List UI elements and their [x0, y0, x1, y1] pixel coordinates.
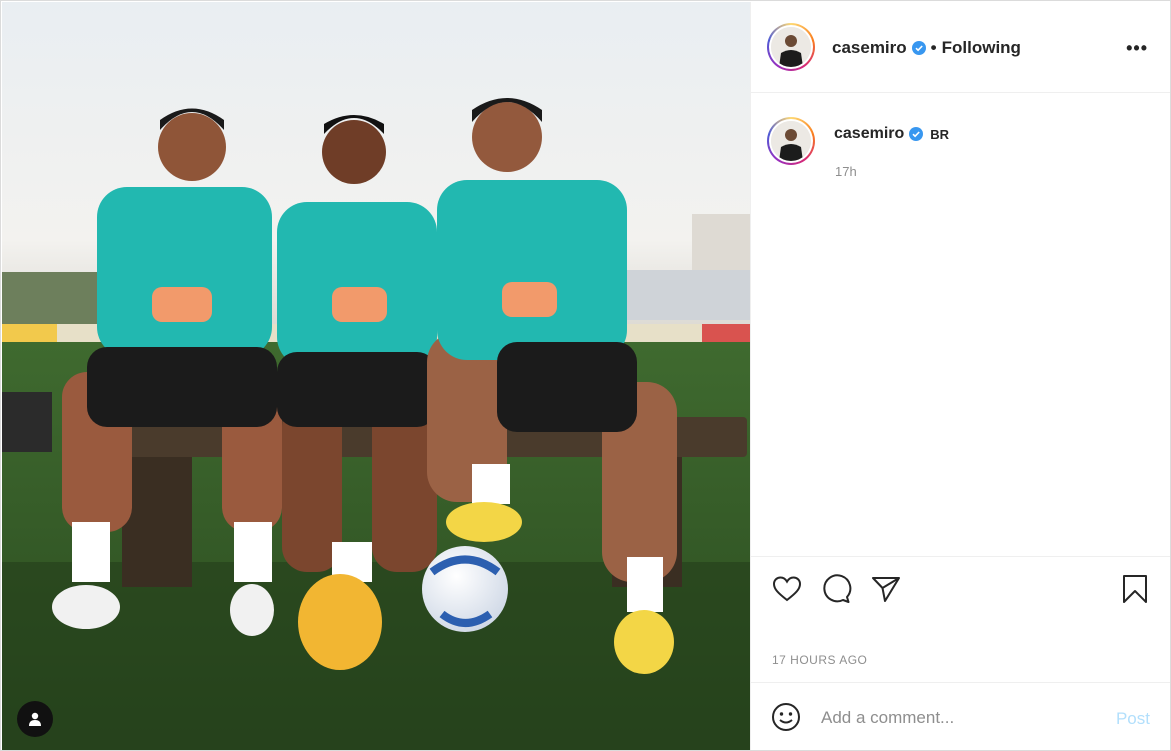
header-user-line: casemiro • Following [832, 38, 1021, 58]
user-tag-icon [29, 712, 41, 726]
post-header: casemiro • Following ••• [751, 2, 1170, 93]
caption-area: casemiro BR 17h [751, 94, 1170, 556]
caption-text: BR [930, 126, 950, 142]
comment-bar: Post [751, 682, 1170, 749]
more-options-button[interactable]: ••• [1126, 38, 1148, 59]
caption-verified-badge-icon [909, 127, 924, 141]
instagram-post-modal: casemiro • Following ••• casemiro BR 17h… [0, 0, 1171, 751]
caption-username[interactable]: casemiro [834, 125, 904, 143]
caption-time[interactable]: 17h [835, 164, 857, 179]
verified-badge-icon [911, 41, 926, 55]
caption-line: casemiro BR [834, 125, 949, 143]
author-username[interactable]: casemiro [832, 38, 907, 58]
author-avatar[interactable] [767, 23, 815, 71]
post-timestamp[interactable]: 17 HOURS AGO [772, 653, 867, 667]
smiley-icon[interactable] [771, 702, 801, 732]
post-side-panel: casemiro • Following ••• casemiro BR 17h… [750, 2, 1170, 750]
caption-avatar[interactable] [767, 117, 815, 165]
comment-input[interactable] [821, 705, 1101, 731]
action-bar: 17 HOURS AGO [751, 556, 1170, 682]
comment-icon[interactable] [820, 573, 852, 605]
separator-dot: • [930, 38, 937, 57]
post-photo[interactable] [2, 2, 750, 750]
avatar-image [771, 27, 811, 67]
photo-scene [2, 2, 750, 750]
caption-avatar-image [771, 121, 811, 161]
user-tag-button[interactable] [17, 701, 53, 737]
post-comment-button[interactable]: Post [1116, 709, 1150, 729]
bookmark-icon[interactable] [1119, 573, 1151, 605]
following-button[interactable]: Following [942, 38, 1021, 58]
heart-icon[interactable] [771, 573, 803, 605]
share-icon[interactable] [870, 573, 902, 605]
